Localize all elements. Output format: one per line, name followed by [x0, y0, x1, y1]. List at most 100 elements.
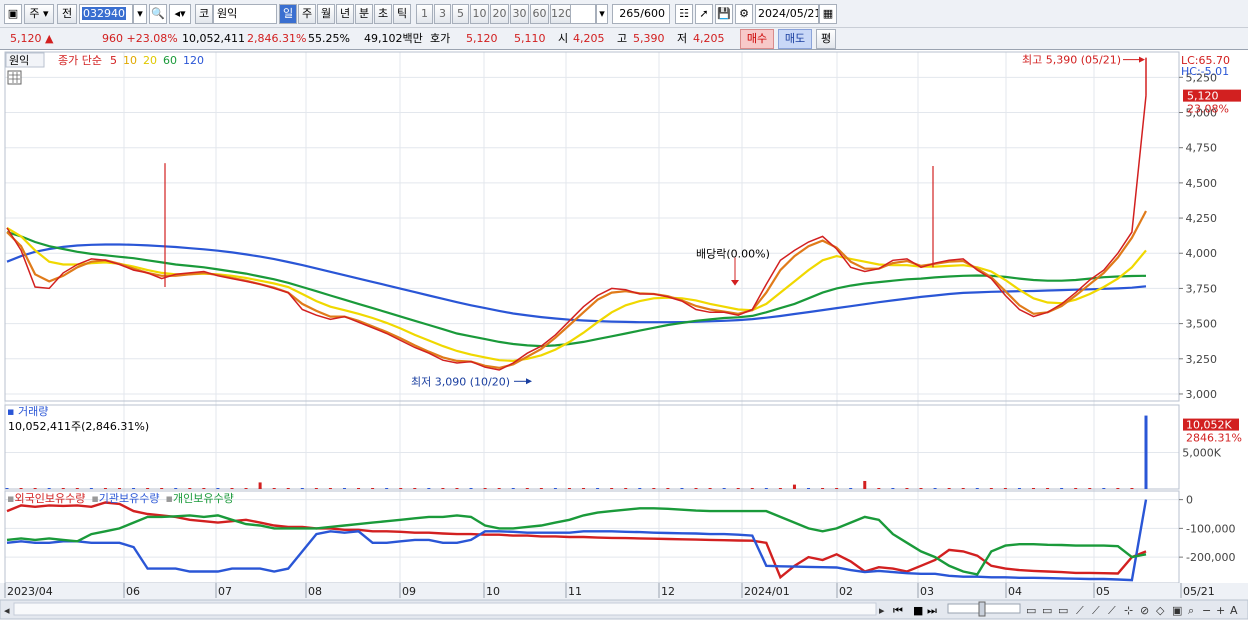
period-number-button[interactable]: 3 — [434, 4, 451, 24]
price-change: 960 — [102, 32, 123, 45]
volume-bar — [539, 488, 543, 489]
scroll-right-icon[interactable]: ▸ — [879, 604, 885, 617]
count-value: 265 — [619, 7, 641, 20]
stop-icon[interactable]: ■ — [913, 604, 923, 617]
price-tick-label: 3,750 — [1186, 282, 1218, 295]
volume-bar — [891, 488, 895, 489]
evaluate-button[interactable]: 평 — [816, 29, 836, 49]
volume-bar — [342, 488, 346, 489]
zoom-slider-handle[interactable] — [978, 601, 986, 617]
volume-bar — [132, 488, 136, 489]
hc-value: HC:-5.01 — [1181, 65, 1229, 78]
stock-code-value: 032940 — [82, 7, 126, 20]
scroll-track[interactable] — [13, 602, 877, 616]
timeframe-button[interactable]: 일 — [279, 4, 297, 24]
volume-bar — [286, 488, 290, 489]
layout-icon-1[interactable]: ▭ — [1026, 604, 1036, 617]
volume-tick-label: 5,000K — [1182, 446, 1221, 459]
period-number-button[interactable]: 60 — [530, 4, 549, 24]
timeframe-button[interactable]: 월 — [317, 4, 335, 24]
marker-icon[interactable]: ◇ — [1156, 604, 1165, 617]
max-annotation: 최고 5,390 (05/21) — [1022, 54, 1121, 67]
link-icon[interactable]: ⊘ — [1140, 604, 1149, 617]
settings-gear-icon[interactable]: ⚙ — [735, 4, 753, 24]
volume-bar — [357, 488, 361, 489]
timeframe-button[interactable]: 틱 — [393, 4, 411, 24]
x-tick-label: 07 — [218, 585, 232, 598]
window-icon[interactable]: ▣ — [4, 4, 22, 24]
count-field[interactable]: 265/600 — [612, 4, 670, 24]
volume-title-text: 거래량 — [18, 405, 48, 418]
x-tick-label: 05/21 — [1183, 585, 1215, 598]
bid-label: 호가 — [430, 32, 451, 45]
volume-bar — [821, 488, 825, 489]
font-size-icon[interactable]: A — [1230, 604, 1238, 617]
volume-bar — [413, 488, 417, 489]
save-icon[interactable]: 💾 — [715, 4, 733, 24]
prev-button[interactable]: 전 — [57, 4, 77, 24]
timeframe-button[interactable]: 주 — [298, 4, 316, 24]
timeframe-button[interactable]: 년 — [336, 4, 354, 24]
stock-code-field[interactable]: 032940 — [79, 4, 133, 24]
stock-name-field[interactable]: 원익 — [213, 4, 277, 24]
volume-bar — [61, 488, 65, 489]
volume-bar — [47, 488, 51, 489]
grid-toggle-icon[interactable] — [7, 70, 22, 85]
volume-bar — [905, 488, 909, 489]
scroll-last-icon[interactable]: ⏭ — [927, 604, 937, 617]
buy-button[interactable]: 매수 — [740, 29, 774, 49]
volume-bar — [188, 488, 192, 489]
volume-panel-title: ▪ 거래량 — [7, 405, 48, 418]
draw-line-icon-3[interactable]: ⟋ — [1108, 604, 1116, 617]
copy-icon[interactable]: ▣ — [1172, 604, 1182, 617]
volume-bar — [666, 488, 670, 489]
volume-bar — [1032, 488, 1036, 489]
zoom-in-icon[interactable]: + — [1216, 604, 1225, 617]
quote-bar: 5,120 ▲ 960 +23.08% 10,052,411 2,846.31%… — [0, 28, 1248, 50]
volume-bar — [750, 488, 754, 489]
volume-bar — [5, 488, 9, 489]
last-volume-pct: 2846.31% — [1186, 432, 1242, 445]
layout-icon-3[interactable]: ▭ — [1058, 604, 1068, 617]
date-field[interactable]: 2024/05/21 — [755, 4, 819, 24]
volume-bar — [1144, 415, 1148, 489]
sell-button[interactable]: 매도 — [778, 29, 812, 49]
period-number-button[interactable]: 10 — [470, 4, 489, 24]
layout-icon-2[interactable]: ▭ — [1042, 604, 1052, 617]
period-number-button[interactable]: 5 — [452, 4, 469, 24]
draw-tool-icon[interactable]: ➚ — [695, 4, 713, 24]
min-annotation: 최저 3,090 (10/20) — [411, 375, 510, 388]
speaker-icon[interactable]: ◂▾ — [169, 4, 191, 24]
draw-line-icon-2[interactable]: ⟋ — [1092, 604, 1100, 617]
ma-legend-item: 60 — [163, 54, 177, 67]
dividend-annotation: 배당락(0.00%) — [696, 248, 770, 261]
period-number-button[interactable]: 30 — [510, 4, 529, 24]
period-input[interactable] — [570, 4, 596, 24]
volume-bar — [525, 488, 529, 489]
draw-line-icon[interactable]: ⟋ — [1076, 604, 1084, 617]
period-number-button[interactable]: 120 — [550, 4, 572, 24]
code-dropdown-icon[interactable]: ▾ — [133, 4, 147, 24]
candle-chart-icon[interactable]: ☷ — [675, 4, 693, 24]
calendar-icon[interactable]: ▦ — [819, 4, 837, 24]
scroll-left-icon[interactable]: ◂ — [4, 604, 10, 617]
chart-area[interactable]: 3,000 3,250 3,500 3,750 4,000 4,250 4,500 4,750… — [0, 51, 1248, 621]
period-type-select[interactable]: 주 ▾ — [24, 4, 54, 24]
period-number-button[interactable]: 1 — [416, 4, 433, 24]
crosshair-icon[interactable]: ⊹ — [1124, 604, 1133, 617]
trade-amount: 49,102백만 — [364, 32, 423, 45]
search-icon[interactable]: 🔍 — [149, 4, 167, 24]
period-dropdown-icon[interactable]: ▾ — [596, 4, 608, 24]
timeframe-button[interactable]: 분 — [355, 4, 373, 24]
x-tick-label: 12 — [661, 585, 675, 598]
zoom-icon[interactable]: ⌕ — [1188, 604, 1194, 617]
turnover-rate: 55.25% — [308, 32, 350, 45]
scroll-first-icon[interactable]: ⏮ — [893, 604, 903, 617]
market-label: 코 — [195, 4, 213, 24]
volume-bar — [146, 488, 150, 489]
ma-legend-item: 5 — [110, 54, 117, 67]
timeframe-button[interactable]: 초 — [374, 4, 392, 24]
volume-bar — [314, 488, 318, 489]
period-number-button[interactable]: 20 — [490, 4, 509, 24]
zoom-out-icon[interactable]: − — [1202, 604, 1211, 617]
